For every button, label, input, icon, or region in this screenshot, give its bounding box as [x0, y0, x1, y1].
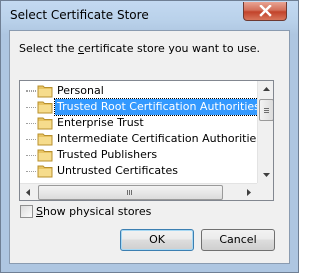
- grip-line: [127, 190, 128, 195]
- tree-item-label[interactable]: Untrusted Certificates: [55, 163, 180, 179]
- vertical-scroll-thumb[interactable]: [259, 99, 273, 121]
- checkbox-box[interactable]: [20, 205, 33, 218]
- tree-connector: [26, 139, 36, 141]
- scroll-up-button[interactable]: [258, 81, 273, 98]
- folder-icon: [37, 165, 53, 178]
- grip-line: [129, 190, 130, 195]
- folder-icon: [37, 85, 53, 98]
- tree-connector: [26, 91, 36, 93]
- scroll-up-arrow-icon: [263, 87, 270, 91]
- tree-item-label[interactable]: Enterprise Trust: [55, 115, 146, 131]
- grip-line: [264, 108, 269, 109]
- cancel-button[interactable]: Cancel: [201, 229, 275, 251]
- horizontal-scroll-thumb[interactable]: [38, 185, 223, 200]
- grip-line: [264, 112, 269, 113]
- dialog-window: Select Certificate Store Select the cert…: [0, 0, 299, 273]
- vertical-scrollbar[interactable]: [257, 81, 273, 183]
- folder-icon: [37, 117, 53, 130]
- tree-connector: [26, 171, 36, 173]
- tree-connector: [26, 155, 36, 157]
- scroll-left-arrow-icon: [26, 189, 30, 196]
- horizontal-scrollbar[interactable]: [20, 183, 257, 200]
- tree-item-label[interactable]: Trusted Root Certification Authorities: [54, 98, 263, 116]
- prompt-text: Select the certificate store you want to…: [19, 42, 261, 55]
- scroll-corner: [257, 183, 273, 200]
- tree-item-label[interactable]: Intermediate Certification Authorities: [55, 131, 264, 147]
- dialog-client-area: Select the certificate store you want to…: [9, 30, 290, 264]
- scroll-right-button[interactable]: [240, 184, 257, 200]
- tree-connector: [26, 123, 36, 125]
- scroll-down-arrow-icon: [263, 173, 270, 177]
- folder-icon: [37, 149, 53, 162]
- window-title: Select Certificate Store: [10, 8, 149, 22]
- folder-icon: [37, 101, 53, 114]
- grip-line: [131, 190, 132, 195]
- title-bar[interactable]: Select Certificate Store: [1, 1, 298, 29]
- ok-button[interactable]: OK: [120, 229, 194, 251]
- scroll-down-button[interactable]: [258, 166, 273, 183]
- tree-item-label[interactable]: Personal: [55, 83, 106, 99]
- grip-line: [264, 110, 269, 111]
- close-button[interactable]: [243, 2, 287, 21]
- checkbox-label[interactable]: Show physical stores: [36, 205, 151, 218]
- tree-item-label[interactable]: Trusted Publishers: [55, 147, 159, 163]
- tree-connector: [26, 107, 36, 109]
- scroll-left-button[interactable]: [20, 184, 37, 200]
- folder-icon: [37, 133, 53, 146]
- close-icon: [259, 5, 272, 17]
- scroll-right-arrow-icon: [247, 189, 251, 196]
- store-tree-view[interactable]: Personal Trusted Root Certification Autho…: [19, 80, 274, 201]
